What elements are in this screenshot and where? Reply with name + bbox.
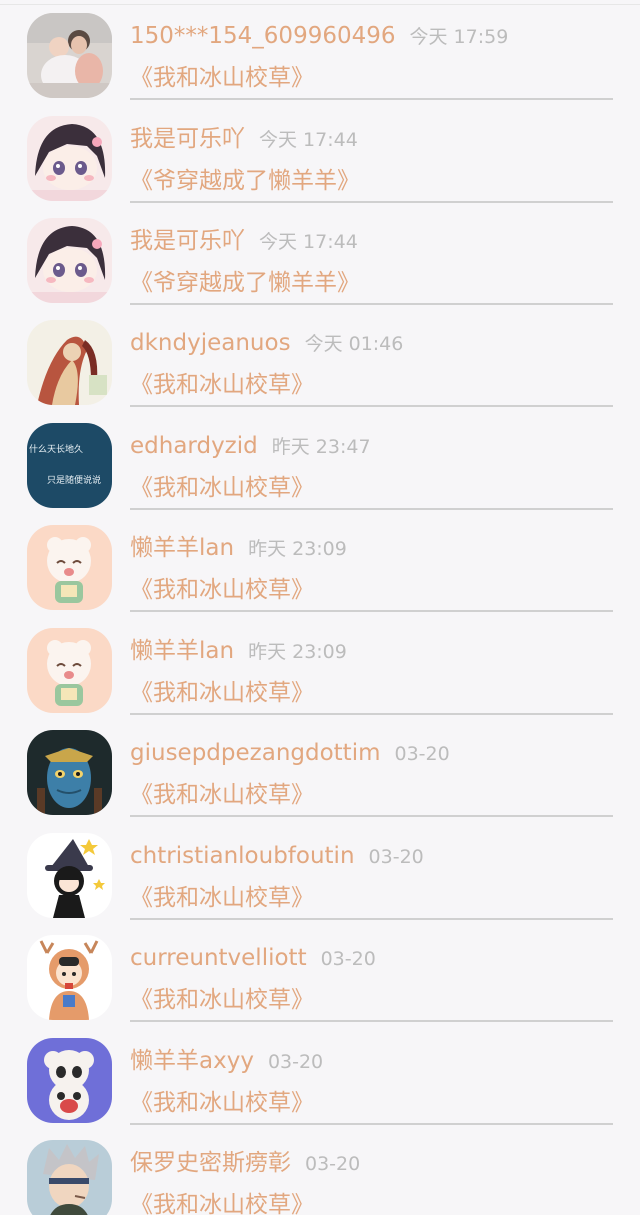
book-title-link[interactable]: 《我和冰山校草》 — [130, 60, 314, 96]
book-title-link[interactable]: 《爷穿越成了懒羊羊》 — [130, 163, 360, 199]
username[interactable]: giusepdpezangdottim — [130, 740, 381, 766]
username[interactable]: edhardyzid — [130, 433, 258, 459]
username[interactable]: chtristianloubfoutin — [130, 843, 355, 869]
book-title-link[interactable]: 《我和冰山校草》 — [130, 1085, 314, 1121]
list-item[interactable]: 我是可乐吖 今天 17:44 《爷穿越成了懒羊羊》 — [0, 105, 640, 208]
illustration-avatar[interactable] — [27, 320, 112, 405]
book-title-link[interactable]: 《我和冰山校草》 — [130, 880, 314, 916]
anime-boy-avatar[interactable] — [27, 1140, 112, 1215]
row-divider — [130, 815, 613, 817]
pleasant-goat-avatar[interactable] — [27, 1038, 112, 1123]
row-divider — [130, 918, 613, 920]
timestamp: 03-20 — [320, 948, 376, 970]
username[interactable]: 我是可乐吖 — [130, 228, 245, 254]
row-divider — [130, 508, 613, 510]
list-item[interactable]: 懒羊羊lan 昨天 23:09 《我和冰山校草》 — [0, 617, 640, 720]
list-item[interactable]: 150***154_609960496 今天 17:59 《我和冰山校草》 — [0, 2, 640, 105]
book-title-link[interactable]: 《我和冰山校草》 — [130, 470, 314, 506]
timestamp: 03-20 — [368, 846, 424, 868]
row-divider — [130, 303, 613, 305]
row-divider — [130, 1123, 613, 1125]
baby-photo-avatar[interactable] — [27, 13, 112, 98]
book-title-link[interactable]: 《我和冰山校草》 — [130, 675, 314, 711]
svg-text:什么天长地久: 什么天长地久 — [29, 443, 83, 455]
timestamp: 今天 17:44 — [259, 129, 358, 151]
cartoon-sheep-avatar[interactable] — [27, 525, 112, 610]
list-item[interactable]: 保罗史密斯痨彰 03-20 《我和冰山校草》 — [0, 1129, 640, 1215]
username[interactable]: 懒羊羊lan — [130, 638, 234, 664]
book-title-link[interactable]: 《爷穿越成了懒羊羊》 — [130, 265, 360, 301]
book-title-link[interactable]: 《我和冰山校草》 — [130, 367, 314, 403]
timestamp: 昨天 23:47 — [271, 436, 371, 458]
text-image-avatar[interactable]: 什么天长地久 只是随便说说 — [27, 423, 112, 508]
timestamp: 03-20 — [305, 1153, 361, 1175]
row-divider — [130, 1020, 613, 1022]
row-divider — [130, 201, 613, 203]
username[interactable]: 保罗史密斯痨彰 — [130, 1150, 291, 1176]
username[interactable]: 我是可乐吖 — [130, 126, 245, 152]
timestamp: 03-20 — [394, 743, 450, 765]
row-divider — [130, 610, 613, 612]
timestamp: 昨天 23:09 — [248, 641, 347, 663]
timestamp: 今天 01:46 — [304, 333, 404, 355]
svg-text:只是随便说说: 只是随便说说 — [47, 474, 101, 486]
list-item[interactable]: 什么天长地久 只是随便说说 edhardyzid 昨天 23:47 《我和冰山校草… — [0, 412, 640, 515]
username[interactable]: 懒羊羊axyy — [130, 1048, 254, 1074]
cartoon-sheep-avatar[interactable] — [27, 628, 112, 713]
book-title-link[interactable]: 《我和冰山校草》 — [130, 572, 314, 608]
timestamp: 今天 17:59 — [409, 26, 509, 48]
username[interactable]: 懒羊羊lan — [130, 535, 234, 561]
list-item[interactable]: giusepdpezangdottim 03-20 《我和冰山校草》 — [0, 719, 640, 822]
list-item[interactable]: 我是可乐吖 今天 17:44 《爷穿越成了懒羊羊》 — [0, 207, 640, 310]
reader-activity-list: 150***154_609960496 今天 17:59 《我和冰山校草》 我是… — [0, 0, 640, 1215]
book-title-link[interactable]: 《我和冰山校草》 — [130, 1187, 314, 1215]
username[interactable]: curreuntvelliott — [130, 945, 307, 971]
witch-girl-avatar[interactable] — [27, 833, 112, 918]
list-item[interactable]: dkndyjeanuos 今天 01:46 《我和冰山校草》 — [0, 309, 640, 412]
anime-girl-avatar[interactable] — [27, 218, 112, 303]
timestamp: 今天 17:44 — [259, 231, 358, 253]
row-divider — [130, 713, 613, 715]
username[interactable]: 150***154_609960496 — [130, 23, 396, 49]
list-item[interactable]: chtristianloubfoutin 03-20 《我和冰山校草》 — [0, 822, 640, 925]
timestamp: 昨天 23:09 — [248, 538, 347, 560]
deer-costume-child-avatar[interactable] — [27, 935, 112, 1020]
anime-girl-avatar[interactable] — [27, 116, 112, 201]
list-item[interactable]: curreuntvelliott 03-20 《我和冰山校草》 — [0, 924, 640, 1027]
book-title-link[interactable]: 《我和冰山校草》 — [130, 982, 314, 1018]
list-item[interactable]: 懒羊羊lan 昨天 23:09 《我和冰山校草》 — [0, 514, 640, 617]
book-title-link[interactable]: 《我和冰山校草》 — [130, 777, 314, 813]
timestamp: 03-20 — [267, 1051, 324, 1073]
username[interactable]: dkndyjeanuos — [130, 330, 291, 356]
list-item[interactable]: 懒羊羊axyy 03-20 《我和冰山校草》 — [0, 1027, 640, 1130]
row-divider — [130, 405, 613, 407]
row-divider — [130, 98, 613, 100]
avatar-character-avatar[interactable] — [27, 730, 112, 815]
